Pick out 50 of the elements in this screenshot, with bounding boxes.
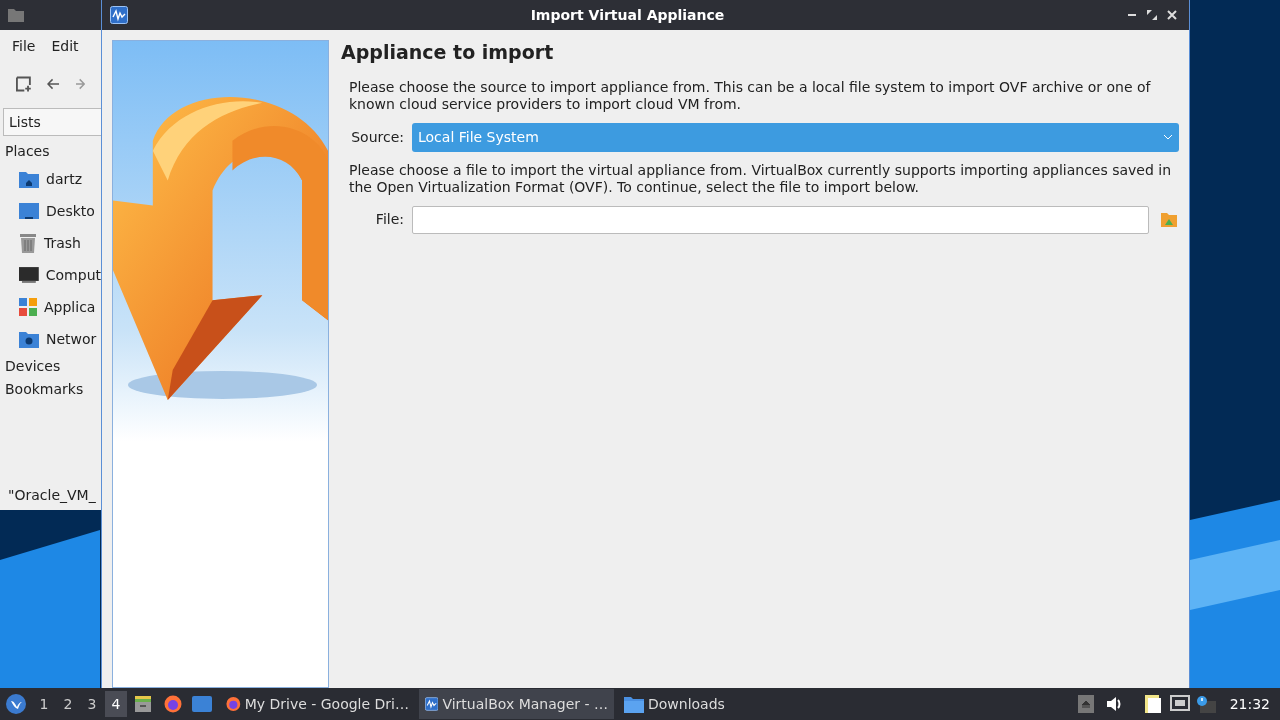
file-label: File: — [374, 210, 405, 229]
source-label: Source: — [350, 127, 405, 147]
window-title: Import Virtual Appliance — [529, 5, 726, 25]
status-text: "Oracle_VM_ — [7, 486, 97, 505]
file-description: Please choose a file to import the virtual appliance from. VirtualBox currently supports importing appliances saved in the Open Virtualization Format (OVF). To continue, select the file to import below. — [348, 161, 1173, 196]
folder-icon — [624, 695, 644, 713]
page-heading: Appliance to import — [341, 40, 555, 65]
vm-icon — [110, 6, 128, 24]
workspace-button[interactable]: 2 — [57, 691, 79, 717]
place-item[interactable]: dartz — [0, 163, 101, 195]
workspace-button[interactable]: 3 — [81, 691, 103, 717]
menu-item[interactable]: Edit — [51, 36, 79, 60]
side-pane-selector[interactable]: Lists — [3, 108, 101, 136]
firefox-icon — [164, 695, 182, 713]
section-header[interactable]: Bookmarks — [0, 378, 101, 401]
source-description: Please choose the source to import appliance from. This can be a local file system to import OVF archive or one of known cloud service providers to import cloud VM from. — [348, 78, 1152, 113]
folder-icon — [8, 8, 24, 22]
task-button[interactable]: Downloads — [618, 689, 731, 719]
new-tab-icon[interactable] — [16, 76, 31, 92]
eject-icon[interactable] — [1077, 695, 1094, 713]
notification-icon[interactable] — [1195, 695, 1216, 713]
chevron-down-icon — [1163, 134, 1173, 140]
section-header[interactable]: Devices — [0, 355, 101, 378]
firefox-icon — [226, 695, 241, 713]
vm-icon — [425, 695, 439, 713]
clock[interactable]: 21:32 — [1229, 693, 1270, 715]
close-icon[interactable] — [1167, 10, 1177, 20]
task-button[interactable]: VirtualBox Manager - … — [419, 689, 614, 719]
apps-grid-icon — [19, 298, 37, 316]
monitor-icon — [19, 266, 39, 284]
file-path-field[interactable] — [412, 205, 1149, 234]
section-header[interactable]: Places — [0, 140, 101, 163]
desktop-icon — [19, 202, 39, 220]
place-item[interactable]: Deskto — [0, 195, 101, 227]
trash-icon — [19, 233, 37, 253]
app-menu-icon[interactable] — [6, 694, 26, 714]
maximize-icon[interactable] — [1147, 10, 1157, 20]
place-item[interactable]: Trash — [0, 227, 101, 259]
task-button[interactable]: My Drive - Google Dri… — [220, 689, 415, 719]
workspace-button[interactable]: 1 — [33, 691, 55, 717]
place-item[interactable]: Comput — [0, 259, 101, 291]
file-cabinet-icon[interactable] — [134, 695, 152, 713]
network-folder-icon — [19, 330, 39, 348]
menu-item[interactable]: File — [12, 36, 36, 60]
home-folder-icon — [19, 170, 39, 188]
clipboard-icon[interactable] — [1143, 694, 1162, 714]
place-item[interactable]: Applica — [0, 291, 101, 323]
place-item[interactable]: Networ — [0, 323, 101, 355]
workspace-button[interactable]: 4 — [105, 691, 127, 717]
back-arrow-icon[interactable] — [46, 78, 60, 90]
